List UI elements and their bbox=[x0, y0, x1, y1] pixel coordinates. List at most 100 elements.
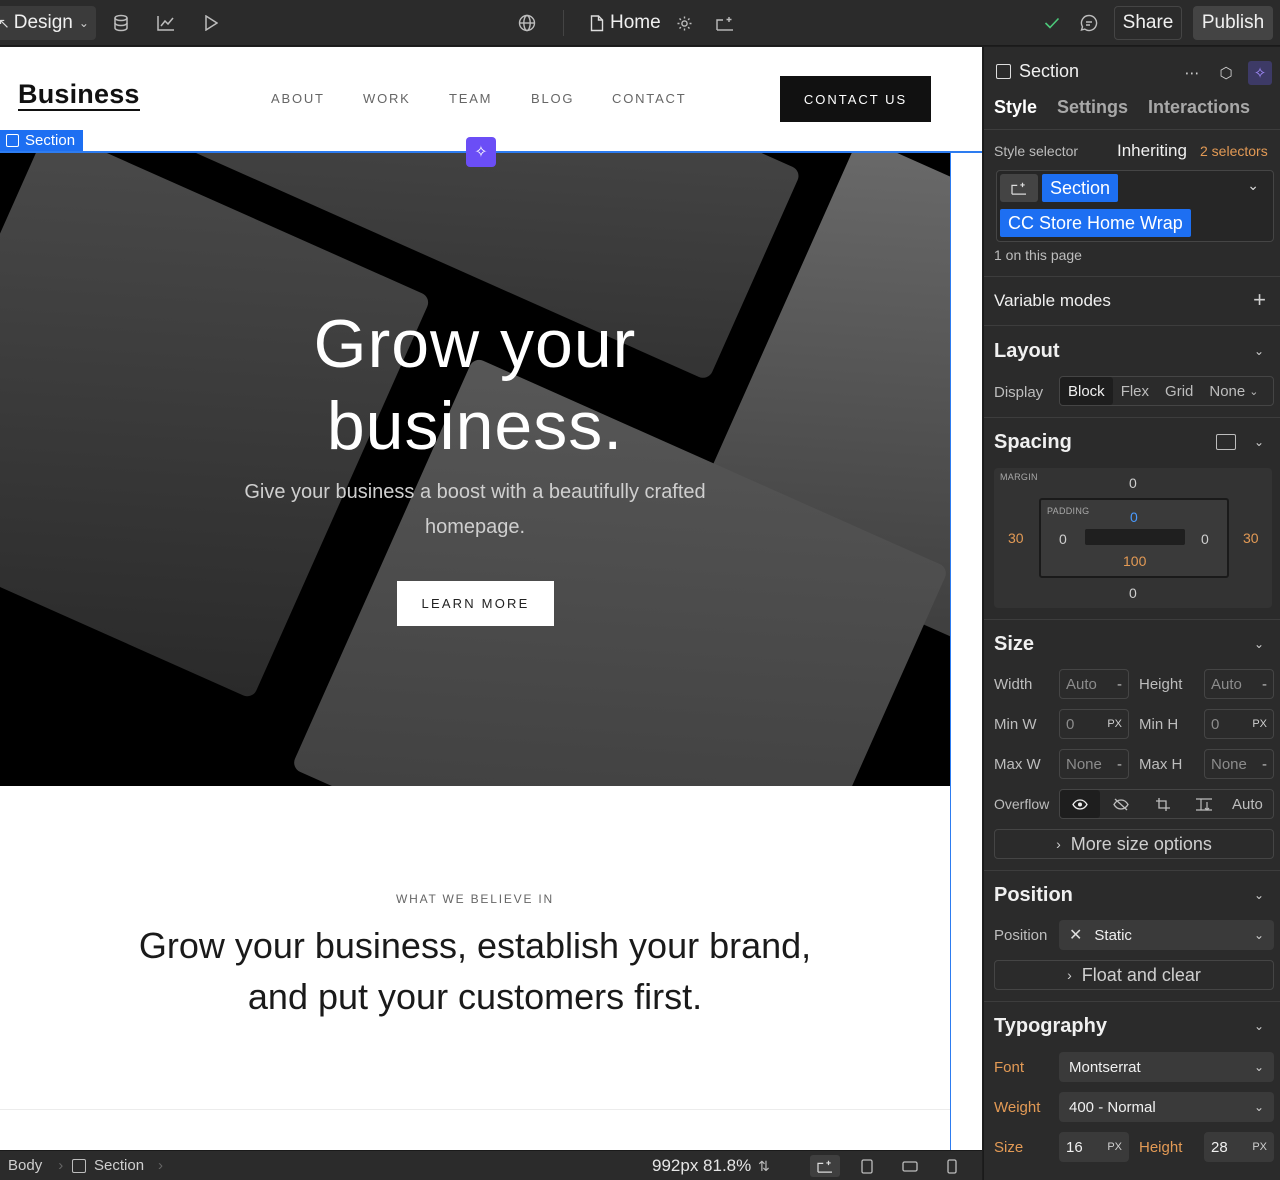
width-label: Width bbox=[994, 676, 1033, 693]
chevron-down-icon[interactable]: ⌄ bbox=[1254, 344, 1264, 358]
display-option-flex[interactable]: Flex bbox=[1113, 377, 1157, 405]
breakpoint-mobile-portrait-icon[interactable] bbox=[937, 1155, 967, 1177]
add-variable-mode-plus-icon[interactable]: + bbox=[1253, 287, 1266, 313]
overflow-scroll-icon[interactable] bbox=[1142, 790, 1184, 818]
chevron-down-icon[interactable]: ⌄ bbox=[1254, 1019, 1264, 1033]
more-size-options-button[interactable]: › More size options bbox=[994, 829, 1274, 859]
mode-switcher[interactable]: ↖ Design ⌄ bbox=[0, 6, 96, 40]
max-width-input[interactable]: None - bbox=[1059, 749, 1129, 779]
chevron-down-icon[interactable]: ⌄ bbox=[1254, 888, 1264, 902]
analytics-icon[interactable] bbox=[155, 12, 177, 34]
cms-icon[interactable] bbox=[110, 12, 132, 34]
publish-button[interactable]: Publish bbox=[1193, 6, 1273, 40]
chevron-down-icon[interactable]: ⌄ bbox=[1254, 435, 1264, 449]
preview-play-icon[interactable] bbox=[200, 12, 222, 34]
selected-element-tag[interactable]: Section bbox=[0, 130, 83, 151]
component-icon[interactable]: ⬡ bbox=[1214, 61, 1238, 85]
beliefs-statement[interactable]: Grow your business, establish your brand… bbox=[40, 920, 910, 1022]
margin-label: MARGIN bbox=[1000, 472, 1038, 482]
more-options-icon[interactable]: ⋯ bbox=[1180, 61, 1204, 85]
tab-settings[interactable]: Settings bbox=[1057, 97, 1128, 118]
padding-right-value[interactable]: 0 bbox=[1201, 531, 1209, 547]
breadcrumb-body[interactable]: Body › bbox=[8, 1157, 63, 1174]
typography-section-title[interactable]: Typography bbox=[994, 1015, 1107, 1038]
display-option-grid[interactable]: Grid bbox=[1157, 377, 1201, 405]
page-selector[interactable]: Home bbox=[590, 10, 661, 36]
globe-icon[interactable] bbox=[516, 12, 538, 34]
breakpoint-desktop-icon[interactable] bbox=[810, 1155, 840, 1177]
size-section-title[interactable]: Size bbox=[994, 633, 1034, 656]
spacing-section-title[interactable]: Spacing bbox=[994, 431, 1072, 454]
padding-top-value[interactable]: 0 bbox=[1130, 509, 1138, 525]
inheriting-count-link[interactable]: 2 selectors bbox=[1200, 143, 1268, 159]
position-section-title[interactable]: Position bbox=[994, 884, 1073, 907]
nav-link-contact[interactable]: CONTACT bbox=[612, 91, 686, 106]
breadcrumb-section[interactable]: Section › bbox=[72, 1157, 163, 1174]
chevron-down-icon: ⌄ bbox=[78, 16, 89, 30]
style-selector-field[interactable]: Section CC Store Home Wrap ⌄ bbox=[996, 170, 1274, 242]
tab-style[interactable]: Style bbox=[994, 97, 1037, 118]
padding-left-value[interactable]: 0 bbox=[1059, 531, 1067, 547]
tab-interactions[interactable]: Interactions bbox=[1148, 97, 1250, 118]
line-height-unit[interactable]: PX bbox=[1252, 1141, 1267, 1153]
overflow-clip-icon[interactable] bbox=[1184, 790, 1224, 818]
hero-section[interactable]: Grow your business. Give your business a… bbox=[0, 153, 950, 786]
overflow-hidden-eye-off-icon[interactable] bbox=[1100, 790, 1142, 818]
hero-subheading[interactable]: Give your business a boost with a beauti… bbox=[200, 475, 750, 545]
learn-more-button[interactable]: LEARN MORE bbox=[397, 581, 554, 626]
selector-chip-section[interactable]: Section bbox=[1042, 174, 1119, 202]
ai-assistant-sparkle-icon[interactable]: ✧ bbox=[1248, 61, 1272, 85]
font-size-unit[interactable]: PX bbox=[1107, 1141, 1122, 1153]
line-height-input[interactable]: 28 PX bbox=[1204, 1132, 1274, 1162]
position-select[interactable]: ✕ Static ⌄ bbox=[1059, 920, 1274, 950]
hero-heading[interactable]: Grow your business. bbox=[0, 303, 950, 467]
chevron-down-icon[interactable]: ⌄ bbox=[1247, 177, 1259, 194]
ai-assistant-sparkle-icon[interactable]: ✧ bbox=[466, 137, 496, 167]
viewport-size-readout[interactable]: 992px 81.8% ⇅ bbox=[652, 1156, 770, 1176]
chevron-down-icon[interactable]: ⌄ bbox=[1254, 637, 1264, 651]
beliefs-section[interactable]: WHAT WE BELIEVE IN Grow your business, e… bbox=[0, 786, 950, 1150]
font-weight-select[interactable]: 400 - Normal ⌄ bbox=[1059, 1092, 1274, 1122]
spacing-mode-icon[interactable] bbox=[1216, 434, 1236, 450]
design-canvas[interactable]: Business ABOUT WORK TEAM BLOG CONTACT CO… bbox=[0, 47, 982, 1150]
nav-link-work[interactable]: WORK bbox=[363, 91, 411, 106]
overflow-visible-eye-icon[interactable] bbox=[1060, 790, 1100, 818]
panel-header-actions: ⋯ ⬡ ✧ bbox=[1180, 61, 1272, 85]
breakpoint-tablet-icon[interactable] bbox=[852, 1155, 882, 1177]
breakpoint-mobile-landscape-icon[interactable] bbox=[895, 1155, 925, 1177]
margin-left-value[interactable]: 30 bbox=[1008, 530, 1024, 546]
layout-section-title[interactable]: Layout bbox=[994, 340, 1060, 363]
float-and-clear-button[interactable]: › Float and clear bbox=[994, 960, 1274, 990]
min-height-input[interactable]: 0 PX bbox=[1204, 709, 1274, 739]
margin-right-value[interactable]: 30 bbox=[1243, 530, 1259, 546]
margin-bottom-value[interactable]: 0 bbox=[1129, 585, 1137, 601]
display-option-none[interactable]: None ⌄ bbox=[1201, 377, 1266, 405]
nav-link-about[interactable]: ABOUT bbox=[271, 91, 325, 106]
site-logo[interactable]: Business bbox=[18, 79, 140, 111]
width-input[interactable]: Auto - bbox=[1059, 669, 1129, 699]
selector-chip-cc-store-home-wrap[interactable]: CC Store Home Wrap bbox=[1000, 209, 1191, 237]
nav-link-blog[interactable]: BLOG bbox=[531, 91, 574, 106]
contact-us-button[interactable]: CONTACT US bbox=[780, 76, 931, 122]
panel-divider bbox=[984, 417, 1280, 418]
height-input[interactable]: Auto - bbox=[1204, 669, 1274, 699]
breakpoint-desktop-icon[interactable] bbox=[714, 12, 736, 34]
padding-bottom-value[interactable]: 100 bbox=[1123, 553, 1146, 569]
min-width-unit[interactable]: PX bbox=[1107, 718, 1122, 730]
margin-top-value[interactable]: 0 bbox=[1129, 475, 1137, 491]
share-button[interactable]: Share bbox=[1114, 6, 1182, 40]
overflow-auto-option[interactable]: Auto bbox=[1224, 790, 1271, 818]
font-size-input[interactable]: 16 PX bbox=[1059, 1132, 1129, 1162]
min-width-input[interactable]: 0 PX bbox=[1059, 709, 1129, 739]
font-family-select[interactable]: Montserrat ⌄ bbox=[1059, 1052, 1274, 1082]
beliefs-eyebrow[interactable]: WHAT WE BELIEVE IN bbox=[0, 892, 950, 906]
position-label: Position bbox=[994, 927, 1048, 944]
section-element-icon bbox=[6, 134, 19, 147]
display-option-block[interactable]: Block bbox=[1060, 377, 1113, 405]
min-height-unit[interactable]: PX bbox=[1252, 718, 1267, 730]
site-navbar[interactable]: Business ABOUT WORK TEAM BLOG CONTACT CO… bbox=[0, 47, 982, 151]
page-settings-gear-icon[interactable] bbox=[673, 12, 695, 34]
max-height-input[interactable]: None - bbox=[1204, 749, 1274, 779]
comments-icon[interactable] bbox=[1078, 12, 1100, 34]
nav-link-team[interactable]: TEAM bbox=[449, 91, 492, 106]
